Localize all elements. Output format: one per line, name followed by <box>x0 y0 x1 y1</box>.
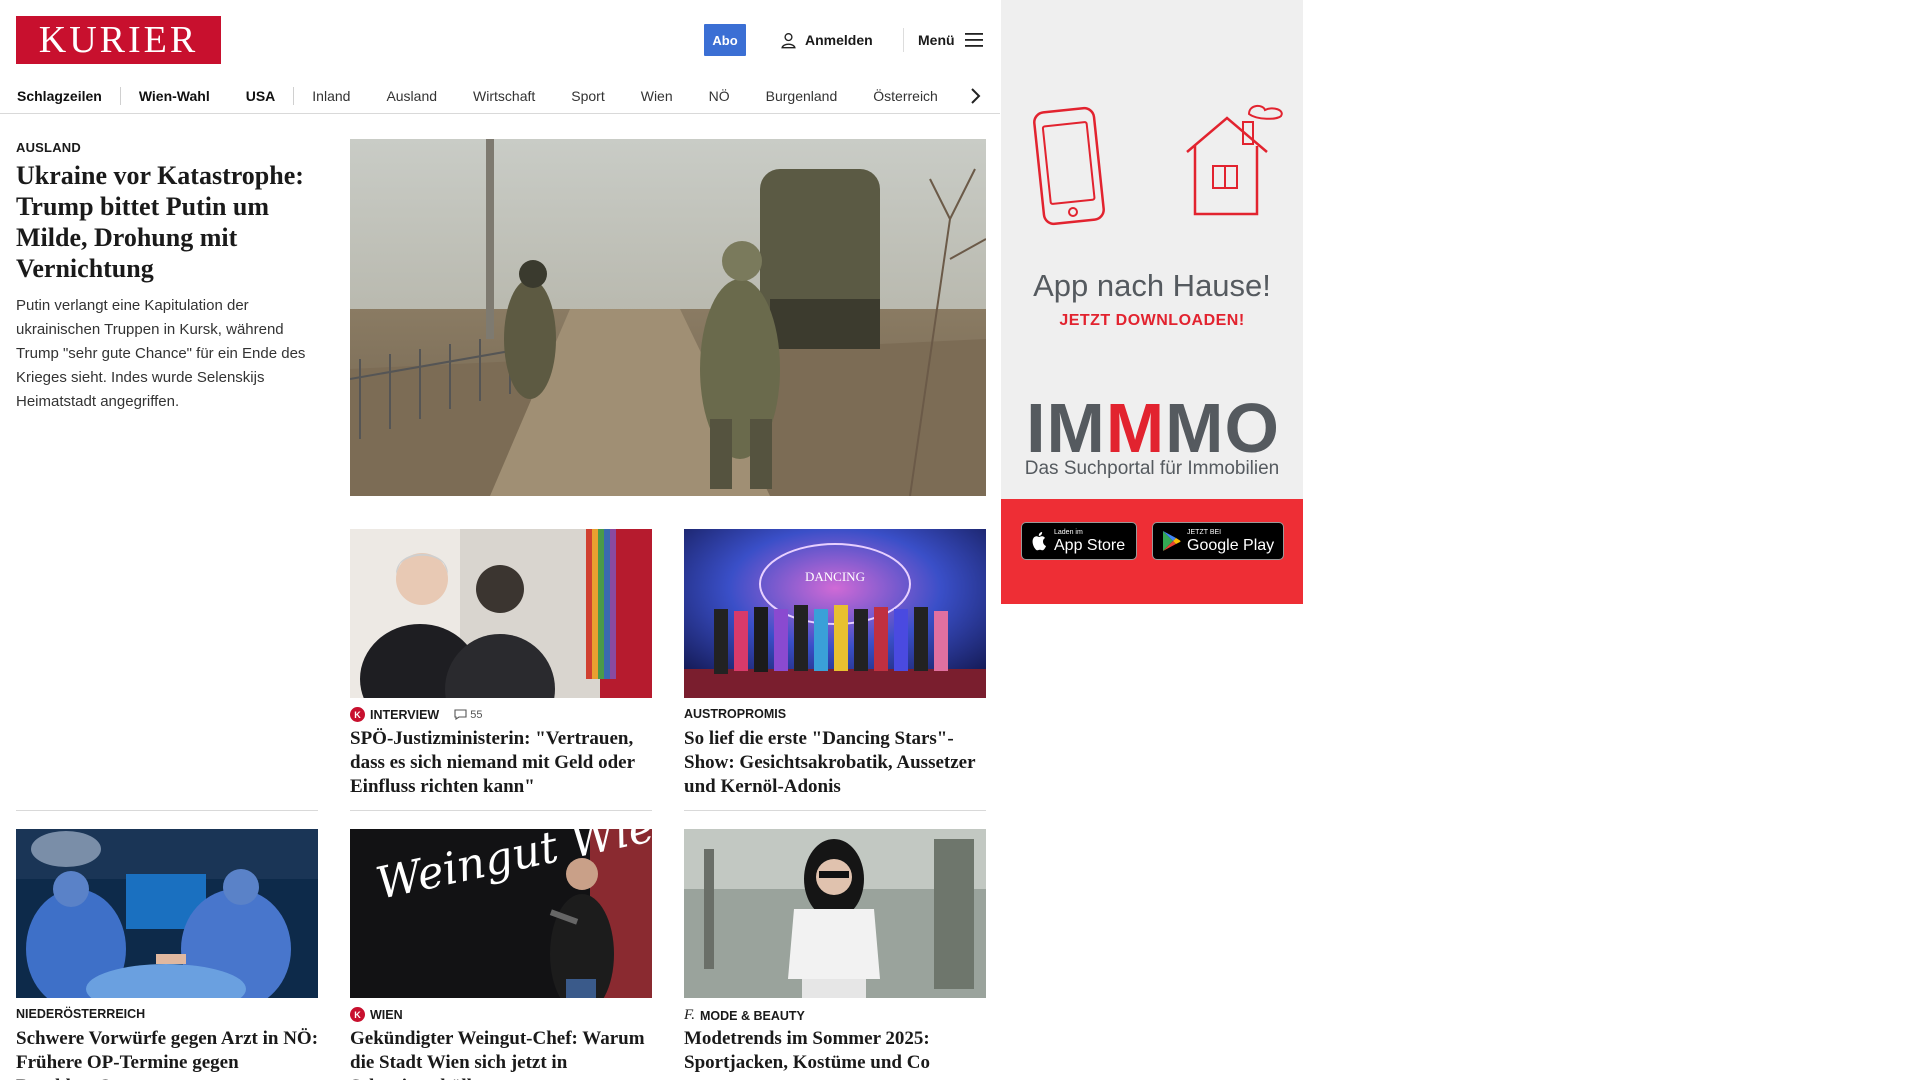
lead-teaser: Putin verlangt eine Kapitulation der ukr… <box>16 297 306 410</box>
nav-item-wien[interactable]: Wien <box>641 88 673 104</box>
ad-headline: App nach Hause! <box>1033 268 1271 303</box>
card-kicker-mode-beauty[interactable]: f. MODE & BEAUTY <box>684 1007 805 1024</box>
card-divider <box>16 810 318 811</box>
house-icon <box>1186 104 1283 216</box>
kurier-plus-badge-icon: K <box>350 707 365 722</box>
smartphone-icon <box>1033 106 1105 226</box>
app-store-small-text: Laden im <box>1054 528 1083 536</box>
login-button[interactable]: Anmelden <box>780 28 873 52</box>
card-image-surgery[interactable] <box>16 829 318 998</box>
immmo-logo: IMMMO <box>1015 392 1291 464</box>
immmo-ad-banner[interactable]: App nach Hause! JETZT DOWNLOADEN! IMMMO … <box>1001 0 1303 604</box>
card-image-dancing-stars[interactable]: DANCING <box>684 529 986 698</box>
comment-count[interactable]: 55 <box>454 709 482 721</box>
nav-divider <box>293 86 295 105</box>
card-kicker-austropromis[interactable]: AUSTROPROMIS <box>684 707 786 721</box>
nav-item-oesterreich[interactable]: Österreich <box>873 88 938 104</box>
google-play-text: JETZT BEI Google Play <box>1187 529 1274 554</box>
kurier-logo[interactable]: KURIER <box>16 16 221 64</box>
card-headline-justice-minister[interactable]: SPÖ-Justizministerin: "Vertrauen, dass e… <box>350 727 655 799</box>
kicker-label: MODE & BEAUTY <box>699 1008 805 1023</box>
card-divider <box>684 810 986 811</box>
nav-item-sport[interactable]: Sport <box>571 88 604 104</box>
nav-item-usa[interactable]: USA <box>246 88 276 104</box>
nav-item-wirtschaft[interactable]: Wirtschaft <box>473 88 535 104</box>
card-image-weingut[interactable]: Weingut Wien Cobenzl <box>350 829 652 998</box>
kicker-label: INTERVIEW <box>370 707 440 722</box>
immmo-tagline: Das Suchportal für Immobilien <box>1024 458 1280 479</box>
comment-icon <box>454 709 467 720</box>
nav-item-inland[interactable]: Inland <box>312 88 350 104</box>
immmo-logo-part: IM <box>1026 389 1106 467</box>
lead-kicker[interactable]: AUSLAND <box>16 140 81 155</box>
weingut-photo: Weingut Wien Cobenzl <box>350 829 652 998</box>
app-store-button[interactable]: Laden im App Store <box>1021 522 1137 560</box>
login-label: Anmelden <box>805 32 873 48</box>
google-play-button[interactable]: JETZT BEI Google Play <box>1152 522 1284 560</box>
nav-item-wien-wahl[interactable]: Wien-Wahl <box>139 88 210 104</box>
kicker-label: NIEDERÖSTERREICH <box>16 1007 146 1021</box>
minister-photo <box>350 529 652 698</box>
lead-image[interactable] <box>350 139 986 496</box>
kicker-label: AUSTROPROMIS <box>684 707 787 721</box>
nav-item-noe[interactable]: NÖ <box>709 88 730 104</box>
user-icon <box>781 32 796 48</box>
hamburger-icon <box>964 33 983 47</box>
comment-count-value: 55 <box>470 708 483 721</box>
dancing-logo-text: DANCING <box>805 569 865 584</box>
abo-button[interactable]: Abo <box>704 24 746 56</box>
app-store-text: Laden im App Store <box>1054 529 1125 554</box>
card-kicker-niederoesterreich[interactable]: NIEDERÖSTERREICH <box>16 1007 145 1021</box>
menu-button[interactable]: Menü <box>918 28 983 52</box>
surgery-photo <box>16 829 318 998</box>
header-divider <box>903 28 904 52</box>
app-store-big-text: App Store <box>1054 536 1126 554</box>
immmo-logo-red-m: M <box>1105 389 1166 467</box>
fashion-photo <box>684 829 986 998</box>
ad-download-cta[interactable]: JETZT DOWNLOADEN! <box>1001 312 1303 330</box>
card-headline-weingut[interactable]: Gekündigter Weingut-Chef: Warum die Stad… <box>350 1027 655 1080</box>
lead-headline[interactable]: Ukraine vor Katastrophe: Trump bittet Pu… <box>16 160 316 284</box>
card-image-fashion[interactable] <box>684 829 986 998</box>
card-headline-dancing-stars[interactable]: So lief die erste "Dancing Stars"-Show: … <box>684 727 989 799</box>
google-play-icon <box>1163 531 1181 551</box>
card-kicker-wien[interactable]: K WIEN <box>350 1007 403 1022</box>
menu-label: Menü <box>918 32 955 48</box>
store-badges-band: Laden im App Store JETZT BEI Google Play <box>1001 499 1303 604</box>
nav-divider <box>119 86 121 105</box>
nav-item-burgenland[interactable]: Burgenland <box>766 88 838 104</box>
site-header: KURIER Abo Anmelden Menü <box>0 0 1000 78</box>
dancing-stars-photo: DANCING <box>684 529 986 698</box>
apple-icon <box>1032 532 1046 551</box>
kicker-label: WIEN <box>370 1007 403 1022</box>
google-play-small-text: JETZT BEI <box>1187 528 1222 536</box>
immmo-logo-part: MO <box>1165 389 1280 467</box>
card-divider <box>350 810 652 811</box>
freizeit-logo-icon: f. <box>684 1007 695 1023</box>
card-kicker-interview[interactable]: K INTERVIEW 55 <box>350 707 482 722</box>
chevron-right-icon[interactable] <box>966 87 984 105</box>
card-image-justice-minister[interactable] <box>350 529 652 698</box>
card-headline-fashion[interactable]: Modetrends im Sommer 2025: Sportjacken, … <box>684 1027 989 1075</box>
category-nav: Schlagzeilen Wien-Wahl USA Inland Auslan… <box>0 78 1000 114</box>
soldiers-photo <box>350 139 986 496</box>
kurier-plus-badge-icon: K <box>350 1007 365 1022</box>
nav-item-ausland[interactable]: Ausland <box>386 88 437 104</box>
nav-item-schlagzeilen[interactable]: Schlagzeilen <box>17 88 102 104</box>
google-play-big-text: Google Play <box>1187 536 1275 554</box>
card-headline-surgery[interactable]: Schwere Vorwürfe gegen Arzt in NÖ: Frühe… <box>16 1027 321 1080</box>
